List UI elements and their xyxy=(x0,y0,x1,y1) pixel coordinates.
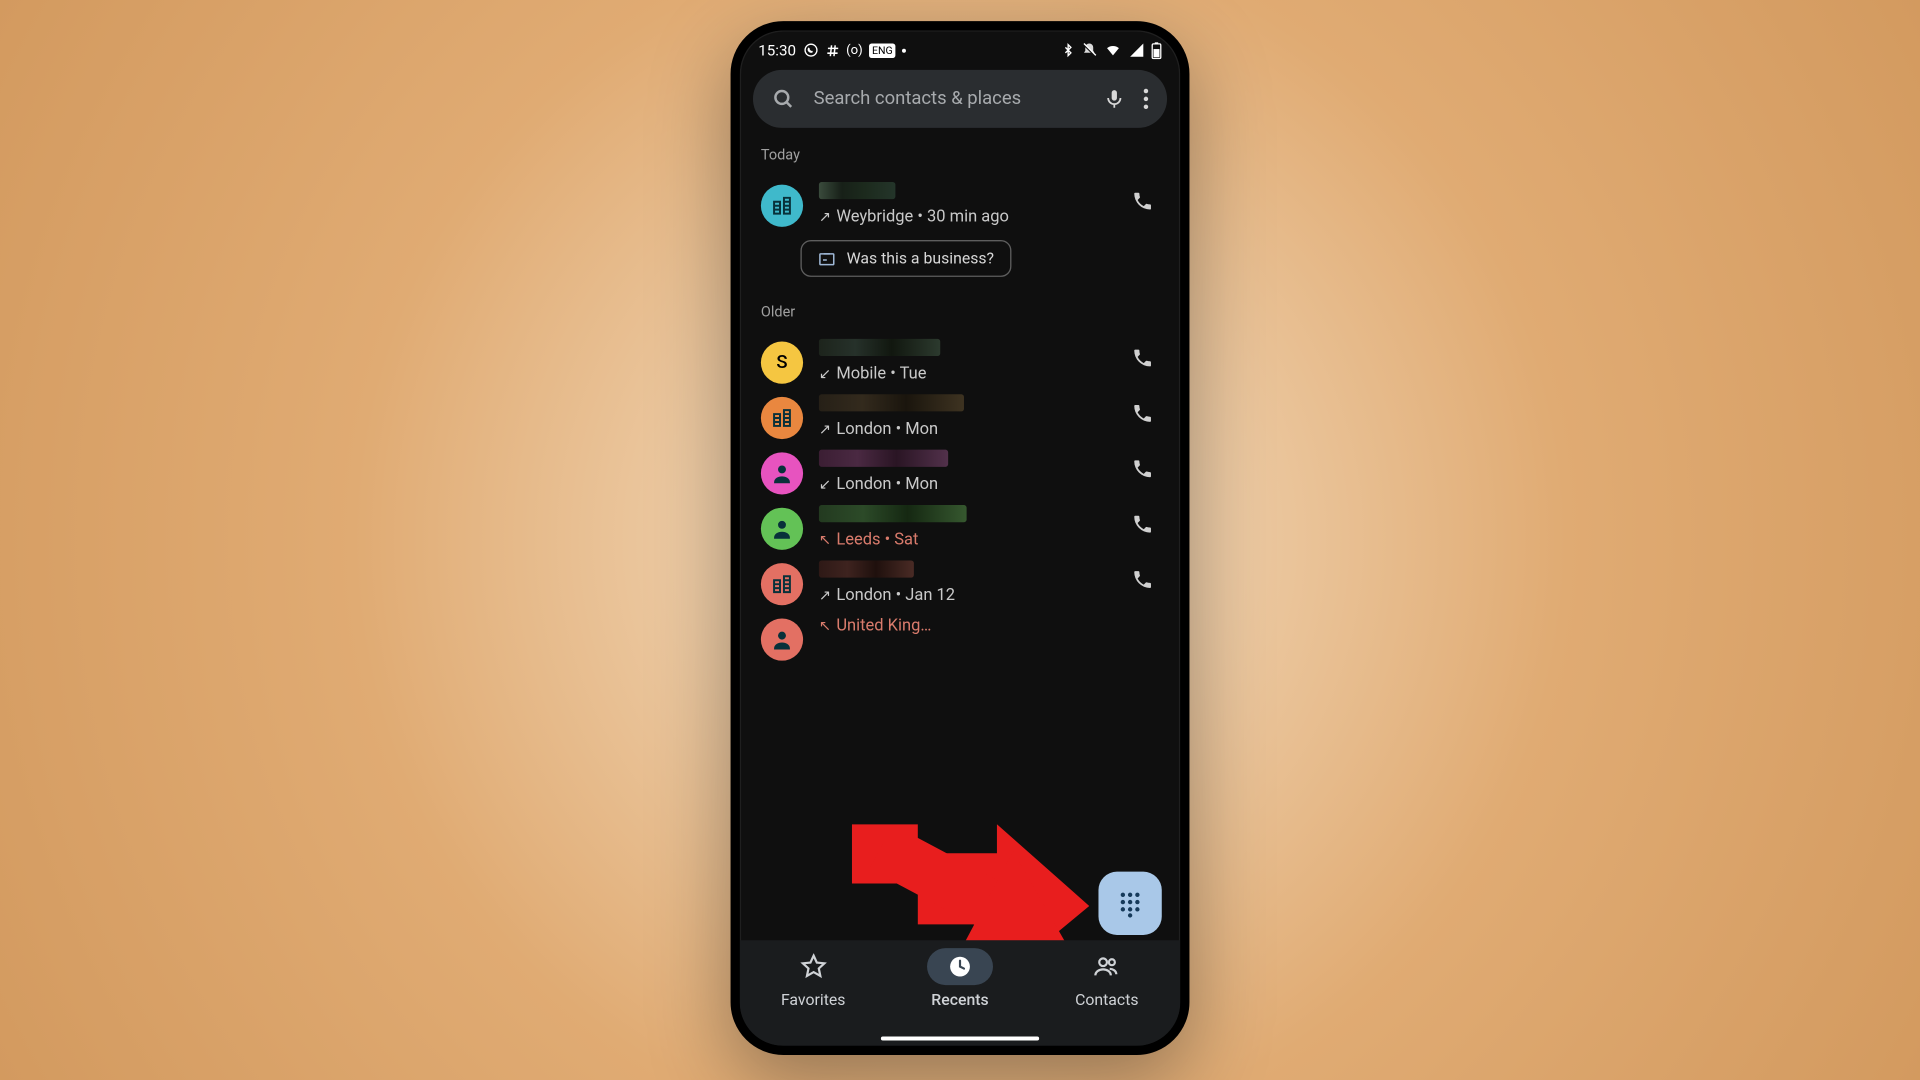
contact-name-redacted xyxy=(819,339,940,356)
contact-name-redacted xyxy=(819,450,948,467)
call-button[interactable] xyxy=(1131,568,1153,596)
call-entry[interactable]: S ↙ Mobile • Tue xyxy=(740,328,1180,383)
status-left: 15:30 (o) ENG xyxy=(758,41,906,59)
bottom-nav: Favorites Recents Contacts xyxy=(740,940,1180,1045)
avatar: S xyxy=(761,342,803,384)
call-entry[interactable]: ↗ Weybridge • 30 min ago xyxy=(740,171,1180,226)
hash-icon xyxy=(825,43,840,58)
mic-icon[interactable] xyxy=(1104,87,1125,111)
call-subtext: London • Mon xyxy=(836,419,938,439)
call-subtext: United King… xyxy=(836,616,931,636)
missed-call-icon: ↖ xyxy=(819,617,831,634)
nav-label: Contacts xyxy=(1075,990,1138,1008)
call-subtext: Leeds • Sat xyxy=(836,530,918,550)
outgoing-call-icon: ↗ xyxy=(819,208,831,225)
incoming-call-icon: ↙ xyxy=(819,365,831,382)
dialpad-icon xyxy=(1116,889,1145,918)
call-button[interactable] xyxy=(1131,347,1153,375)
nav-contacts[interactable]: Contacts xyxy=(1033,948,1180,1046)
search-bar[interactable]: Search contacts & places xyxy=(753,70,1167,128)
call-button[interactable] xyxy=(1131,402,1153,430)
call-button[interactable] xyxy=(1131,458,1153,486)
status-indicator-text: (o) xyxy=(846,43,863,58)
phone-frame: 15:30 (o) ENG Search contacts & places T… xyxy=(731,21,1190,1055)
missed-call-icon: ↖ xyxy=(819,531,831,548)
call-details: ↖ United King… xyxy=(819,616,1159,636)
whatsapp-icon xyxy=(803,42,819,58)
more-icon[interactable] xyxy=(1143,88,1148,109)
wifi-icon xyxy=(1104,42,1122,58)
section-header: Older xyxy=(740,285,1180,329)
people-icon xyxy=(1092,953,1121,979)
chip-label: Was this a business? xyxy=(847,249,994,267)
call-entry[interactable]: ↗ London • Jan 12 xyxy=(740,550,1180,605)
call-entry[interactable]: ↖ United King… xyxy=(740,605,1180,660)
outgoing-call-icon: ↗ xyxy=(819,587,831,604)
avatar xyxy=(761,397,803,439)
business-prompt-chip[interactable]: Was this a business? xyxy=(800,240,1011,277)
cell-signal-icon xyxy=(1129,42,1145,58)
call-button[interactable] xyxy=(1131,513,1153,541)
contact-name-redacted xyxy=(819,560,914,577)
storefront-icon xyxy=(818,249,836,267)
bluetooth-icon xyxy=(1062,42,1075,58)
status-right xyxy=(1062,42,1162,59)
contact-name-redacted xyxy=(819,505,967,522)
call-button[interactable] xyxy=(1131,190,1153,218)
call-subtext: Mobile • Tue xyxy=(836,364,926,384)
call-entry[interactable]: ↗ London • Mon xyxy=(740,384,1180,439)
lang-badge: ENG xyxy=(869,43,895,58)
clock: 15:30 xyxy=(758,41,796,59)
call-details: ↗ Weybridge • 30 min ago xyxy=(819,207,1159,227)
incoming-call-icon: ↙ xyxy=(819,476,831,493)
outgoing-call-icon: ↗ xyxy=(819,421,831,438)
avatar xyxy=(761,185,803,227)
nav-label: Favorites xyxy=(781,990,846,1008)
call-subtext: London • Jan 12 xyxy=(836,586,955,606)
clock-icon xyxy=(948,955,972,979)
call-details: ↗ London • Mon xyxy=(819,419,1159,439)
call-entry[interactable]: ↖ Leeds • Sat xyxy=(740,495,1180,550)
dialpad-fab[interactable] xyxy=(1098,872,1161,935)
search-icon xyxy=(771,87,795,111)
call-details: ↙ Mobile • Tue xyxy=(819,364,1159,384)
status-bar: 15:30 (o) ENG xyxy=(740,30,1180,62)
call-details: ↙ London • Mon xyxy=(819,475,1159,495)
nav-label: Recents xyxy=(931,990,988,1008)
call-details: ↗ London • Jan 12 xyxy=(819,586,1159,606)
mute-icon xyxy=(1081,42,1097,58)
call-subtext: London • Mon xyxy=(836,475,938,495)
avatar xyxy=(761,618,803,660)
gesture-bar[interactable] xyxy=(881,1036,1039,1041)
call-subtext: Weybridge • 30 min ago xyxy=(836,207,1009,227)
contact-name-redacted xyxy=(819,394,964,411)
battery-icon xyxy=(1151,42,1162,59)
avatar xyxy=(761,563,803,605)
avatar xyxy=(761,508,803,550)
contact-name-redacted xyxy=(819,182,895,199)
call-details: ↖ Leeds • Sat xyxy=(819,530,1159,550)
search-input[interactable]: Search contacts & places xyxy=(814,88,1086,109)
star-icon xyxy=(800,953,826,979)
nav-recents[interactable]: Recents xyxy=(887,948,1034,1046)
avatar xyxy=(761,452,803,494)
call-log: Today ↗ Weybridge • 30 min ago Was this … xyxy=(740,128,1180,661)
more-notifications-dot xyxy=(902,48,906,52)
section-header: Today xyxy=(740,128,1180,172)
call-entry[interactable]: ↙ London • Mon xyxy=(740,439,1180,494)
nav-favorites[interactable]: Favorites xyxy=(740,948,887,1046)
